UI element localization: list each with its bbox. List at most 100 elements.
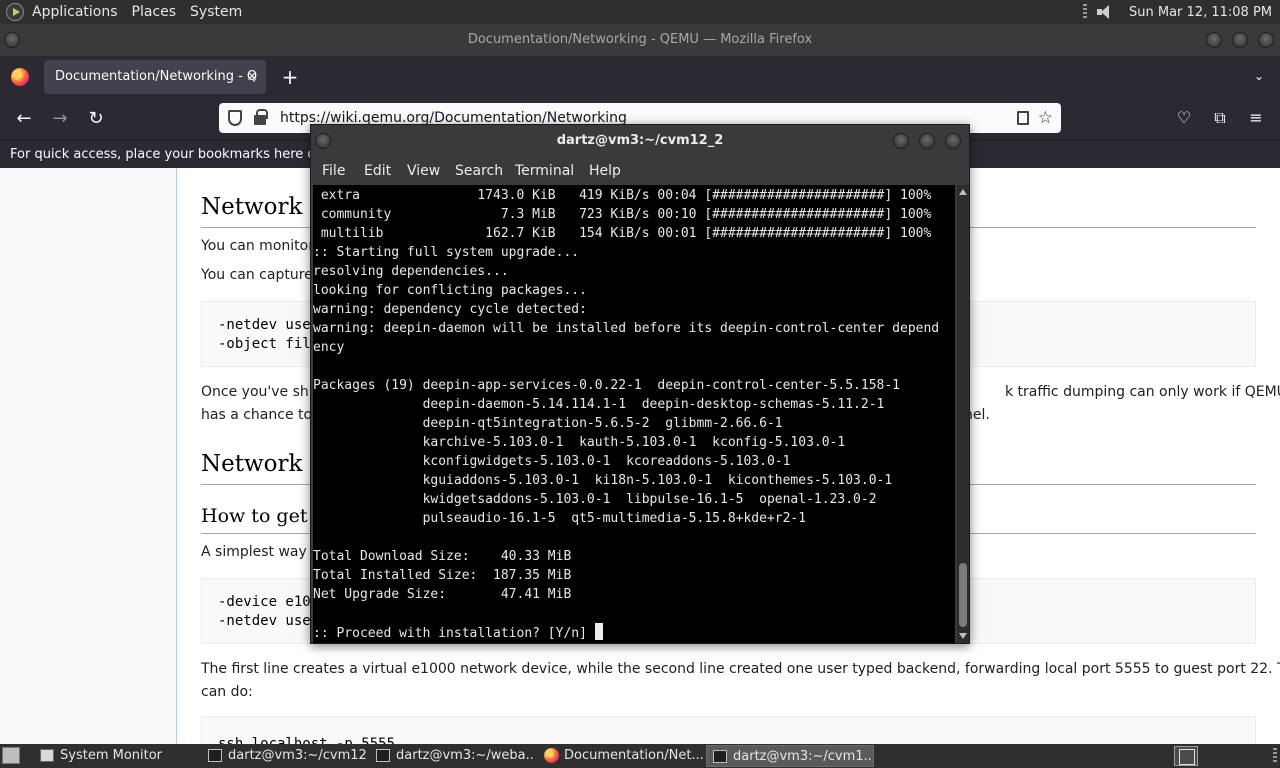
menu-file[interactable]: File — [322, 157, 345, 185]
terminal-line: karchive-5.103.0-1 kauth-5.103.0-1 kconf… — [313, 435, 846, 450]
terminal-titlebar[interactable]: dartz@vm3:~/cvm12_2 — [311, 125, 969, 157]
minimize-icon[interactable] — [893, 133, 909, 149]
taskbar-item-label: dartz@vm3:~/cvm1... — [733, 749, 874, 764]
lock-icon[interactable] — [254, 109, 268, 125]
minimize-icon[interactable] — [1206, 32, 1222, 48]
terminal-line: resolving dependencies... — [313, 264, 509, 279]
terminal-scrollbar[interactable] — [957, 185, 969, 643]
taskbar-item-label: dartz@vm3:~/weba... — [396, 748, 534, 763]
paragraph-simplest: A simplest way is — [201, 544, 323, 560]
firefox-window-title: Documentation/Networking - QEMU — Mozill… — [467, 32, 813, 47]
terminal-line: kwidgetsaddons-5.103.0-1 libpulse-16.1-5… — [313, 492, 877, 507]
taskbar-item-terminal-cvm12[interactable]: dartz@vm3:~/cvm12 — [202, 745, 366, 767]
back-arrow-icon[interactable]: ← — [10, 106, 38, 132]
paragraph-first-line: The first line creates a virtual e1000 n… — [201, 661, 1280, 677]
terminal-icon — [208, 749, 222, 762]
forward-arrow-icon[interactable]: → — [46, 106, 74, 132]
top-panel: Applications Places System Sun Mar 12, 1… — [0, 0, 1280, 24]
paragraph-chance-left: has a chance to s — [201, 407, 324, 423]
menu-places[interactable]: Places — [132, 4, 177, 20]
terminal-menubar: File Edit View Search Terminal Help — [311, 157, 969, 185]
paragraph-once-right: k traffic dumping can only work if QEMU — [1005, 384, 1280, 400]
terminal-line: looking for conflicting packages... — [313, 283, 587, 298]
window-menu-icon[interactable] — [315, 133, 331, 149]
new-tab-icon[interactable]: + — [280, 64, 300, 90]
code-block-ssh: ssh localhost -p 5555 — [201, 716, 1256, 744]
scrollbar-thumb[interactable] — [959, 563, 967, 627]
menu-view[interactable]: View — [407, 157, 440, 185]
tracking-shield-icon[interactable] — [228, 110, 242, 126]
bottom-taskbar: System Monitor dartz@vm3:~/cvm12 dartz@v… — [0, 744, 1280, 768]
terminal-line: deepin-daemon-5.14.114.1-1 deepin-deskto… — [313, 397, 885, 412]
paragraph-capture: You can capture — [201, 267, 313, 283]
terminal-icon — [713, 750, 727, 763]
menu-terminal[interactable]: Terminal — [515, 157, 574, 185]
firefox-icon[interactable] — [11, 68, 29, 86]
heading-how-to-ssh: How to get S — [201, 505, 327, 527]
paragraph-can-do: can do: — [201, 684, 253, 700]
terminal-line: deepin-qt5integration-5.6.5-2 glibmm-2.6… — [313, 416, 783, 431]
panel-tray: Sun Mar 12, 11:08 PM — [1083, 0, 1272, 24]
terminal-prompt-line[interactable]: :: Proceed with installation? [Y/n] — [313, 623, 955, 642]
panel-handle-icon — [1083, 4, 1088, 20]
extensions-icon[interactable]: ⧉ — [1208, 106, 1232, 130]
menu-search[interactable]: Search — [455, 157, 503, 185]
menu-help[interactable]: Help — [589, 157, 621, 185]
terminal-prompt: :: Proceed with installation? [Y/n] — [313, 626, 595, 641]
terminal-icon — [376, 749, 390, 762]
menu-system[interactable]: System — [190, 4, 242, 20]
volume-icon[interactable] — [1097, 4, 1115, 20]
menu-applications[interactable]: Applications — [32, 4, 118, 20]
terminal-line: warning: deepin-daemon will be installed… — [313, 321, 940, 336]
chevron-down-icon[interactable]: ⌄ — [1254, 69, 1268, 83]
taskbar-item-firefox[interactable]: Documentation/Net... — [538, 745, 704, 767]
terminal-line: ency — [313, 340, 345, 355]
terminal-output[interactable]: extra 1743.0 KiB 419 KiB/s 00:04 [######… — [313, 185, 955, 643]
terminal-line: kguiaddons-5.103.0-1 ki18n-5.103.0-1 kic… — [313, 473, 893, 488]
terminal-line: pulseaudio-16.1-5 qt5-multimedia-5.15.8+… — [313, 511, 807, 526]
panel-clock[interactable]: Sun Mar 12, 11:08 PM — [1129, 5, 1272, 20]
scroll-up-icon[interactable] — [959, 189, 967, 195]
firefox-icon — [544, 748, 559, 763]
tab-close-icon[interactable]: ✕ — [246, 60, 258, 94]
tab-documentation-networking[interactable]: Documentation/Networking - Q ✕ — [44, 60, 266, 94]
bookmarks-hint: For quick access, place your bookmarks h… — [10, 147, 350, 162]
pocket-icon[interactable]: ♡ — [1172, 106, 1196, 130]
close-icon[interactable] — [1258, 32, 1274, 48]
reader-view-icon[interactable] — [1017, 111, 1029, 125]
terminal-line: :: Starting full system upgrade... — [313, 245, 580, 260]
taskbar-item-label: dartz@vm3:~/cvm12 — [228, 748, 366, 763]
reload-icon[interactable]: ↻ — [82, 106, 110, 132]
maximize-icon[interactable] — [1232, 32, 1248, 48]
distro-logo-icon[interactable] — [6, 3, 24, 21]
system-monitor-icon — [40, 749, 54, 762]
terminal-line: kconfigwidgets-5.103.0-1 kcoreaddons-5.1… — [313, 454, 791, 469]
terminal-window[interactable]: dartz@vm3:~/cvm12_2 File Edit View Searc… — [310, 124, 970, 644]
terminal-line: Packages (19) deepin-app-services-0.0.22… — [313, 378, 900, 393]
firefox-titlebar[interactable]: Documentation/Networking - QEMU — Mozill… — [0, 24, 1280, 56]
taskbar-item-label: System Monitor — [60, 748, 163, 763]
menu-edit[interactable]: Edit — [364, 157, 391, 185]
firefox-tabbar: Documentation/Networking - Q ✕ + ⌄ — [0, 56, 1280, 98]
taskbar-item-label: Documentation/Net... — [564, 748, 704, 763]
text-cursor — [594, 623, 603, 640]
scroll-down-icon[interactable] — [959, 633, 967, 639]
taskbar-item-system-monitor[interactable]: System Monitor — [34, 745, 198, 767]
close-icon[interactable] — [945, 133, 961, 149]
maximize-icon[interactable] — [919, 133, 935, 149]
panel-handle-icon — [1273, 748, 1277, 764]
workspace-switcher[interactable] — [1174, 746, 1198, 766]
bookmark-star-icon[interactable]: ☆ — [1038, 103, 1053, 133]
taskbar-item-terminal-weba[interactable]: dartz@vm3:~/weba... — [370, 745, 534, 767]
taskbar-item-terminal-cvm12-2[interactable]: dartz@vm3:~/cvm1... — [706, 745, 874, 767]
show-desktop-icon[interactable] — [2, 747, 20, 764]
window-menu-icon[interactable] — [4, 32, 20, 48]
code-line: ssh localhost -p 5555 — [218, 736, 396, 744]
terminal-line: multilib 162.7 KiB 154 KiB/s 00:01 [####… — [313, 226, 932, 241]
hamburger-menu-icon[interactable]: ≡ — [1244, 106, 1268, 130]
paragraph-monitor: You can monitor — [201, 238, 314, 254]
terminal-line: warning: dependency cycle detected: — [313, 302, 587, 317]
terminal-line: extra 1743.0 KiB 419 KiB/s 00:04 [######… — [313, 188, 932, 203]
